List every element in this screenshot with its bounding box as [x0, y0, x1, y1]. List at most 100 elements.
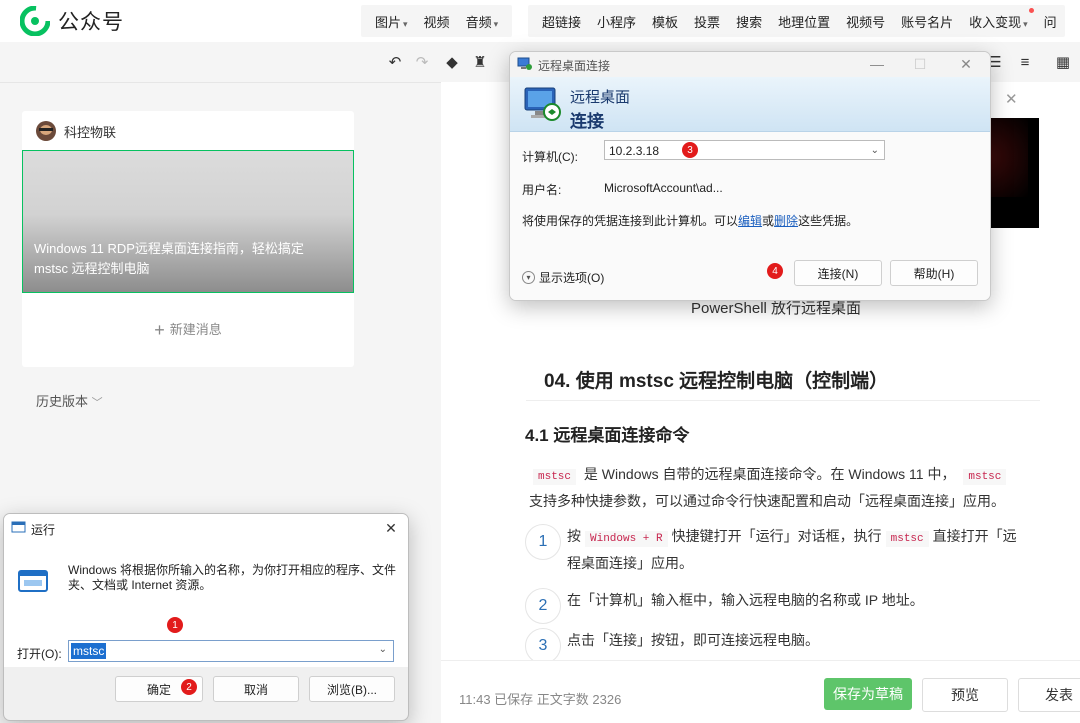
- undo-icon[interactable]: ↶: [385, 52, 405, 72]
- plus-icon: +: [154, 320, 165, 340]
- format-painter-icon[interactable]: ♜: [470, 52, 490, 72]
- connect-button[interactable]: 连接(N): [794, 260, 882, 286]
- inline-code: mstsc: [885, 531, 929, 547]
- menu-item-template[interactable]: 模板: [644, 12, 686, 31]
- close-icon[interactable]: ✕: [958, 56, 974, 72]
- menu-item-miniprogram[interactable]: 小程序: [589, 12, 644, 31]
- open-label: 打开(O):: [17, 647, 62, 661]
- browse-button[interactable]: 浏览(B)...: [309, 676, 395, 702]
- bottom-bar: 11:43 已保存 正文字数 2326 保存为草稿 预览 发表: [441, 660, 1080, 723]
- open-combobox[interactable]: mstsc ⌄: [68, 640, 394, 662]
- history-label: 历史版本: [36, 394, 89, 409]
- inline-code: Windows + R: [585, 531, 668, 547]
- run-dialog: 运行 ✕ Windows 将根据你所输入的名称，为你打开相应的程序、文件夹、文档…: [3, 513, 409, 721]
- paragraph-text: 是 Windows 自带的远程桌面连接命令。在 Windows 11 中，: [583, 466, 956, 482]
- chevron-down-icon[interactable]: ⌄: [379, 644, 387, 655]
- menu-item-audio[interactable]: 音频 ▾: [458, 12, 507, 31]
- publish-button[interactable]: 发表: [1018, 678, 1080, 712]
- expand-icon: ▾: [522, 271, 535, 284]
- run-program-icon: [18, 570, 48, 592]
- remote-desktop-dialog: 远程桌面连接 — ☐ ✕ 远程桌面 连接 计算机(C): 10.2.3.18 ⌄…: [509, 51, 991, 301]
- save-status: 11:43 已保存 正文字数 2326: [459, 692, 622, 707]
- media-menu-group: 图片 ▾ 视频 音频 ▾: [361, 5, 513, 37]
- remote-desktop-icon: [517, 57, 532, 70]
- subsection-heading: 4.1 远程桌面连接命令: [525, 426, 690, 445]
- computer-combobox[interactable]: 10.2.3.18 ⌄: [604, 140, 885, 160]
- logo[interactable]: 公众号: [20, 6, 124, 36]
- step-number: 1: [525, 524, 561, 560]
- menu-item-hyperlink[interactable]: 超链接: [534, 12, 589, 31]
- menu-item-account-card[interactable]: 账号名片: [893, 12, 961, 31]
- show-options-toggle[interactable]: ▾ 显示选项(O): [522, 269, 604, 286]
- step-badge: 2: [181, 679, 197, 695]
- menu-item-image[interactable]: 图片 ▾: [367, 12, 416, 31]
- heading-divider: [526, 400, 1040, 401]
- chevron-down-icon: ﹀: [91, 397, 103, 409]
- step-badge: 4: [767, 263, 783, 279]
- history-versions-toggle[interactable]: 历史版本 ﹀: [36, 391, 103, 410]
- computer-label: 计算机(C):: [522, 150, 578, 164]
- banner-line1: 远程桌面: [570, 89, 631, 106]
- article-card: 科控物联 Windows 11 RDP远程桌面连接指南，轻松搞定 mstsc 远…: [22, 111, 354, 367]
- redo-icon[interactable]: ↷: [412, 52, 432, 72]
- preview-button[interactable]: 预览: [922, 678, 1008, 712]
- run-description: Windows 将根据你所输入的名称，为你打开相应的程序、文件夹、文档或 Int…: [68, 563, 397, 592]
- menu-item-video[interactable]: 视频: [416, 12, 458, 31]
- help-button[interactable]: 帮助(H): [890, 260, 978, 286]
- close-icon[interactable]: ✕: [1005, 90, 1018, 108]
- step-number: 3: [525, 628, 561, 664]
- close-icon[interactable]: ✕: [383, 520, 399, 536]
- username-value: MicrosoftAccount\ad...: [604, 181, 723, 195]
- step-text: 按 Windows + R 快捷键打开「运行」对话框，执行 mstsc 直接打开「远程桌…: [567, 528, 1017, 571]
- menu-item-channels[interactable]: 视频号: [838, 12, 893, 31]
- chevron-down-icon[interactable]: ⌄: [871, 141, 879, 161]
- menu-item-vote[interactable]: 投票: [686, 12, 728, 31]
- maximize-icon[interactable]: ☐: [912, 56, 928, 72]
- table-icon[interactable]: ▦: [1053, 52, 1073, 72]
- dialog-banner: 远程桌面 连接: [510, 77, 990, 132]
- wechat-official-logo-icon: [20, 6, 50, 36]
- menu-item-monetize[interactable]: 收入变现 ▾: [961, 7, 1036, 31]
- new-message-label: 新建消息: [169, 322, 222, 337]
- dialog-titlebar[interactable]: 远程桌面连接 — ☐ ✕: [510, 52, 990, 77]
- menu-item-search[interactable]: 搜索: [728, 12, 770, 31]
- dialog-title: 运行: [31, 523, 56, 537]
- delete-credentials-link[interactable]: 删除: [774, 214, 798, 228]
- step-badge: 3: [682, 142, 698, 158]
- menu-item-location[interactable]: 地理位置: [770, 12, 838, 31]
- minimize-icon[interactable]: —: [869, 56, 885, 72]
- paragraph-text: 支持多种快捷参数，可以通过命令行快速配置和启动「远程桌面连接」应用。: [529, 493, 1005, 509]
- paragraph: mstsc 是 Windows 自带的远程桌面连接命令。在 Windows 11…: [529, 462, 1039, 513]
- dialog-title: 远程桌面连接: [538, 59, 611, 73]
- menu-item-more[interactable]: 问: [1036, 12, 1065, 31]
- insert-menu-group: 超链接 小程序 模板 投票 搜索 地理位置 视频号 账号名片 收入变现 ▾ 问: [528, 5, 1065, 37]
- article-cover[interactable]: Windows 11 RDP远程桌面连接指南，轻松搞定 mstsc 远程控制电脑: [22, 150, 354, 293]
- save-draft-button[interactable]: 保存为草稿: [824, 678, 912, 710]
- run-icon: [11, 521, 26, 533]
- cancel-button[interactable]: 取消: [213, 676, 299, 702]
- avatar: [36, 121, 56, 141]
- remote-desktop-monitor-icon: [524, 87, 561, 121]
- inline-code: mstsc: [963, 469, 1007, 485]
- step-text: 在「计算机」输入框中，输入远程电脑的名称或 IP 地址。: [567, 592, 924, 608]
- credentials-text: 将使用保存的凭据连接到此计算机。可以编辑或删除这些凭据。: [522, 214, 859, 228]
- article-cover-title: Windows 11 RDP远程桌面连接指南，轻松搞定 mstsc 远程控制电脑: [34, 241, 304, 276]
- step-badge: 1: [167, 617, 183, 633]
- eraser-icon[interactable]: ◆: [442, 52, 462, 72]
- align-icon[interactable]: ≡: [1015, 52, 1035, 72]
- step-number: 2: [525, 588, 561, 624]
- dialog-titlebar[interactable]: 运行 ✕: [4, 514, 408, 542]
- inline-code: mstsc: [533, 469, 577, 485]
- computer-value: 10.2.3.18: [609, 144, 660, 158]
- logo-text: 公众号: [58, 11, 124, 34]
- open-value: mstsc: [71, 643, 107, 659]
- dialog-body: Windows 将根据你所输入的名称，为你打开相应的程序、文件夹、文档或 Int…: [4, 542, 408, 667]
- edit-credentials-link[interactable]: 编辑: [738, 214, 762, 228]
- banner-line2: 连接: [570, 112, 604, 131]
- notification-dot: [1028, 7, 1034, 13]
- new-message-button[interactable]: + 新建消息: [22, 319, 354, 341]
- step-text: 点击「连接」按钮，即可连接远程电脑。: [567, 632, 819, 648]
- section-heading: 04. 使用 mstsc 远程控制电脑（控制端）: [544, 371, 889, 392]
- username-label: 用户名:: [522, 183, 562, 197]
- account-name: 科控物联: [64, 124, 117, 140]
